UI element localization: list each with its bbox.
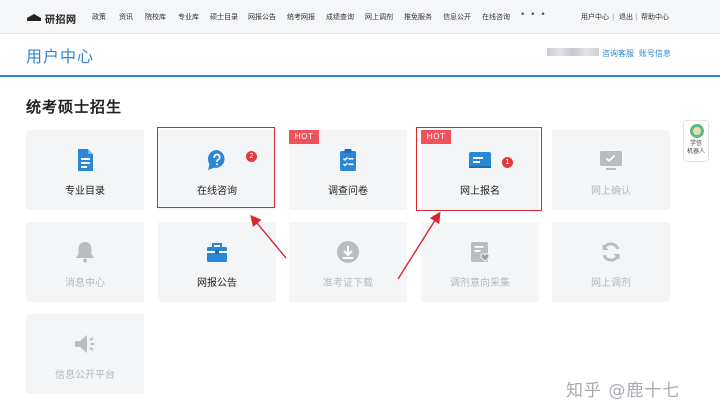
nav-item-schools[interactable]: 院校库 (145, 13, 166, 22)
tile-label: 信息公开平台 (55, 370, 115, 381)
customer-service-link[interactable]: 咨询客服 (602, 48, 634, 59)
speaker-icon (75, 335, 94, 353)
watermark: 知乎 @鹿十七 (566, 381, 681, 401)
robot-avatar-icon (690, 124, 704, 138)
top-nav: 研招网 政策 资讯 院校库 专业库 硕士目录 网报公告 统考网报 成绩查询 网上… (0, 0, 720, 34)
nav-item-exam-registration[interactable]: 统考网报 (287, 13, 315, 22)
tile-online-adjustment[interactable]: 网上调剂 (552, 222, 670, 302)
section-title: 统考硕士招生 (26, 98, 123, 116)
nav-item-policy[interactable]: 政策 (92, 13, 106, 22)
form-heart-icon (471, 242, 490, 262)
nav-more-icon[interactable]: • • • (520, 10, 547, 20)
tile-label: 调剂意向采集 (450, 278, 510, 289)
tile-label: 网上确认 (591, 186, 631, 197)
logo-text: 研招网 (45, 14, 77, 26)
announcement-bag-icon (207, 243, 227, 262)
nav-separator: | (635, 13, 638, 21)
nav-item-master-catalog[interactable]: 硕士目录 (210, 13, 238, 22)
nav-item-score-query[interactable]: 成绩查询 (326, 13, 354, 22)
tile-label: 准考证下载 (323, 278, 373, 289)
bell-icon (76, 242, 94, 263)
tile-major-catalog[interactable]: 专业目录 (26, 130, 144, 210)
tile-label: 网上调剂 (591, 278, 631, 289)
graduation-cap-icon (27, 13, 42, 23)
account-info-link[interactable]: 账号信息 (639, 48, 671, 59)
download-icon (337, 241, 359, 263)
robot-label-line1: 学信 (689, 140, 702, 147)
logout-link[interactable]: 退出 (619, 13, 633, 22)
nav-item-majors[interactable]: 专业库 (178, 13, 199, 22)
tile-admission-ticket[interactable]: 准考证下载 (289, 222, 407, 302)
tile-label: 网报公告 (197, 278, 237, 289)
site-logo[interactable]: 研招网 (27, 11, 77, 26)
monitor-check-icon (600, 151, 622, 170)
tile-adjustment-intent[interactable]: 调剂意向采集 (421, 222, 539, 302)
highlight-box-consult (157, 127, 275, 208)
page: 研招网 政策 资讯 院校库 专业库 硕士目录 网报公告 统考网报 成绩查询 网上… (0, 0, 720, 419)
refresh-icon (602, 242, 620, 262)
document-icon (78, 149, 93, 171)
blurred-username (547, 48, 599, 56)
tile-online-confirm[interactable]: 网上确认 (552, 130, 670, 210)
tile-message-center[interactable]: 消息中心 (26, 222, 144, 302)
nav-item-news[interactable]: 资讯 (119, 13, 133, 22)
highlight-box-registration (416, 127, 542, 211)
user-center-link[interactable]: 用户中心 (581, 13, 609, 22)
tile-announcements[interactable]: 网报公告 (158, 222, 276, 302)
tile-label: 消息中心 (65, 278, 105, 289)
robot-assistant-widget[interactable]: 学信 机器人 (683, 120, 709, 162)
hot-tag: HOT (289, 130, 319, 144)
tile-survey[interactable]: HOT 调查问卷 (289, 130, 407, 210)
clipboard-check-icon (340, 149, 356, 171)
tile-info-disclosure[interactable]: 信息公开平台 (26, 314, 144, 394)
nav-item-recommendation[interactable]: 推免服务 (404, 13, 432, 22)
tile-label: 调查问卷 (328, 186, 368, 197)
nav-item-announcements[interactable]: 网报公告 (248, 13, 276, 22)
robot-widget-label: 学信 机器人 (684, 140, 708, 156)
help-center-link[interactable]: 帮助中心 (641, 13, 669, 22)
nav-item-online-consult[interactable]: 在线咨询 (482, 13, 510, 22)
nav-separator: | (612, 13, 615, 21)
nav-item-info-disclosure[interactable]: 信息公开 (443, 13, 471, 22)
page-title: 用户中心 (26, 47, 95, 66)
robot-label-line2: 机器人 (686, 148, 705, 155)
tile-label: 专业目录 (65, 186, 105, 197)
page-header: 用户中心 咨询客服 账号信息 (0, 35, 720, 77)
nav-item-adjustment[interactable]: 网上调剂 (365, 13, 393, 22)
